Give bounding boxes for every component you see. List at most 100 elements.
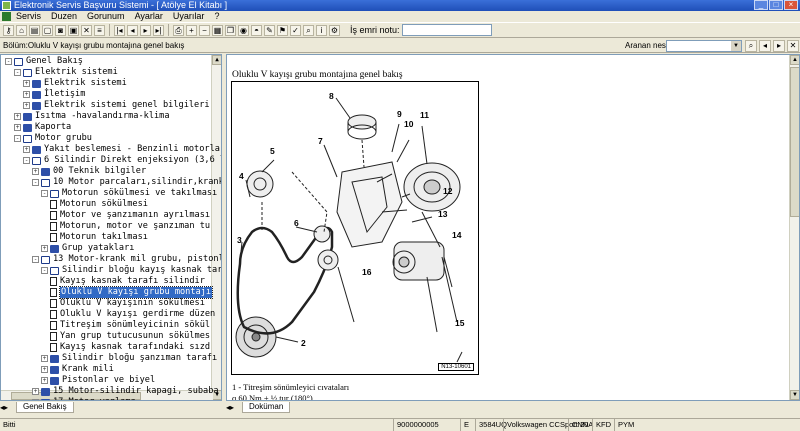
copy-icon[interactable]: ❐	[225, 24, 236, 36]
tree-item[interactable]: +00 Teknik bilgiler	[32, 166, 146, 177]
tree-item[interactable]: + Isıtma -havalandırma-klima	[14, 111, 170, 122]
search-clear-icon[interactable]: ✕	[787, 40, 799, 52]
tree-item[interactable]: Oluklu V kayışı gerdirme düzen	[50, 309, 215, 320]
tree-item[interactable]: - 10 Motor parcaları,silindir,krank	[32, 177, 221, 188]
search-icon[interactable]: ⌕	[303, 24, 314, 36]
menu-duzen[interactable]: Duzen	[46, 11, 82, 22]
document-icon[interactable]: ▢	[42, 24, 53, 36]
expand-icon[interactable]: +	[23, 102, 30, 109]
menu-servis[interactable]: Servis	[11, 11, 46, 22]
expand-icon[interactable]: +	[23, 146, 30, 153]
expand-icon[interactable]: +	[14, 124, 21, 131]
expand-icon[interactable]: +	[41, 245, 48, 252]
search-next-icon[interactable]: ▸	[773, 40, 785, 52]
chevron-down-icon[interactable]: ▼	[731, 41, 741, 51]
home-icon[interactable]: ⌂	[16, 24, 27, 36]
tree-item[interactable]: - Elektrik sistemi	[14, 67, 118, 78]
nav-right-icon[interactable]: ▸	[4, 403, 8, 412]
first-icon[interactable]: |◂	[114, 24, 125, 36]
search-input[interactable]: ▼	[666, 40, 742, 52]
collapse-icon[interactable]: -	[32, 256, 39, 263]
expand-icon[interactable]: +	[32, 388, 39, 395]
collapse-icon[interactable]: -	[41, 267, 48, 274]
tree-item[interactable]: Motorun sökülmesi	[50, 199, 148, 210]
edit-icon[interactable]: ✎	[264, 24, 275, 36]
collapse-icon[interactable]: -	[23, 157, 30, 164]
expand-icon[interactable]: +	[41, 355, 48, 362]
expand-icon[interactable]: +	[32, 168, 39, 175]
expand-icon[interactable]: +	[41, 366, 48, 373]
camera-icon[interactable]: ◉	[238, 24, 249, 36]
search-go-icon[interactable]: ⌕	[745, 40, 757, 52]
is-emri-input[interactable]	[401, 24, 492, 36]
menu-uyarilar[interactable]: Uyarılar	[168, 11, 210, 22]
tree-item[interactable]: + Silindir bloğu şanzıman tarafı	[41, 353, 217, 364]
collapse-icon[interactable]: -	[32, 179, 39, 186]
tree-item[interactable]: - 13 Motor-krank mil grubu, pistonl	[32, 254, 221, 265]
back-icon[interactable]: ◂	[127, 24, 138, 36]
scroll-up-icon[interactable]: ▲	[212, 55, 221, 65]
tree-item[interactable]: + İletişim	[23, 89, 85, 100]
tree-item[interactable]: Oluklu V kayışı grubu montajı	[50, 286, 214, 299]
tree-item[interactable]: + Krank mili	[41, 364, 114, 375]
zoom-out-icon[interactable]: −	[199, 24, 210, 36]
menu-help[interactable]: ?	[209, 11, 224, 22]
tree-item[interactable]: Oluklu V kayışının sökülmesi	[50, 298, 205, 309]
car2-icon[interactable]: ◓	[251, 24, 262, 36]
doc-scroll-thumb[interactable]	[790, 67, 799, 217]
tree-item[interactable]: Yan grup tutucusunun sökülmes	[50, 331, 210, 342]
collapse-icon[interactable]: -	[41, 190, 48, 197]
collapse-icon[interactable]: -	[14, 135, 21, 142]
tree-item[interactable]: +15 Motor-silindir kapagi, subaba	[32, 386, 219, 397]
tree-item[interactable]: Motorun, motor ve şanzıman tu	[50, 221, 210, 232]
doc-nav-right-icon[interactable]: ▸	[230, 403, 234, 412]
tools-icon[interactable]: ✕	[81, 24, 92, 36]
close-button[interactable]: ×	[784, 0, 798, 10]
tab-genel-bakis[interactable]: Genel Bakış	[16, 401, 74, 413]
menu-ayarlar[interactable]: Ayarlar	[130, 11, 168, 22]
tree-item[interactable]: Kayış kasnak tarafı silindir	[50, 276, 205, 287]
tree-item[interactable]: Kayış kasnak tarafındaki sızd	[50, 342, 210, 353]
expand-icon[interactable]: +	[23, 91, 30, 98]
tree-item[interactable]: - Motor grubu	[14, 133, 92, 144]
tree-item[interactable]: Motorun takılması	[50, 232, 148, 243]
settings-icon[interactable]: ⚙	[329, 24, 340, 36]
search-prev-icon[interactable]: ◂	[759, 40, 771, 52]
maximize-button[interactable]: □	[769, 0, 783, 10]
tree-item[interactable]: - Motorun sökülmesi ve takılması	[41, 188, 217, 199]
info-icon[interactable]: i	[316, 24, 327, 36]
tree-item[interactable]: + Kaporta	[14, 122, 71, 133]
document-vertical-scrollbar[interactable]: ▲ ▼	[789, 55, 799, 400]
grid-icon[interactable]: ▦	[212, 24, 223, 36]
bookmark-icon[interactable]: ⚑	[277, 24, 288, 36]
collapse-icon[interactable]: -	[14, 69, 21, 76]
tree-item[interactable]: - 6 Silindir Direkt enjeksiyon (3,6 l	[23, 155, 221, 166]
tree-item[interactable]: + Elektrik sistemi genel bilgileri	[23, 100, 210, 111]
forward-icon[interactable]: ▸	[140, 24, 151, 36]
tree-item[interactable]: Titreşim sönümleyicinin sökül	[50, 320, 210, 331]
expand-icon[interactable]: +	[41, 377, 48, 384]
menu-gorunum[interactable]: Gorunum	[82, 11, 130, 22]
key-icon[interactable]: ⚷	[3, 24, 14, 36]
doc-scroll-down-icon[interactable]: ▼	[790, 390, 799, 400]
notes-icon[interactable]: ≡	[94, 24, 105, 36]
expand-icon[interactable]: +	[23, 80, 30, 87]
doc-scroll-up-icon[interactable]: ▲	[790, 55, 799, 65]
minimize-button[interactable]: _	[754, 0, 768, 10]
check-icon[interactable]: ✓	[290, 24, 301, 36]
tree-vertical-scrollbar[interactable]: ▲ ▼	[211, 55, 221, 400]
collapse-icon[interactable]: -	[5, 58, 12, 65]
print-icon[interactable]: ⎙	[173, 24, 184, 36]
tab-dokuman[interactable]: Doküman	[242, 401, 291, 413]
car-icon[interactable]: ◙	[55, 24, 66, 36]
view-icon[interactable]: ▤	[29, 24, 40, 36]
zoom-in-icon[interactable]: +	[186, 24, 197, 36]
lock-icon[interactable]: ▣	[68, 24, 79, 36]
tree-item[interactable]: - Genel Bakış	[5, 56, 83, 67]
tree-item[interactable]: + Pistonlar ve biyel	[41, 375, 155, 386]
tree-item[interactable]: + Elektrik sistemi	[23, 78, 127, 89]
tree-item[interactable]: Motor ve şanzımanın ayrılması	[50, 210, 210, 221]
last-icon[interactable]: ▸|	[153, 24, 164, 36]
tree-item[interactable]: - Silindir bloğu kayış kasnak tarafı	[41, 265, 221, 276]
tree-item[interactable]: + Grup yatakları	[41, 243, 134, 254]
